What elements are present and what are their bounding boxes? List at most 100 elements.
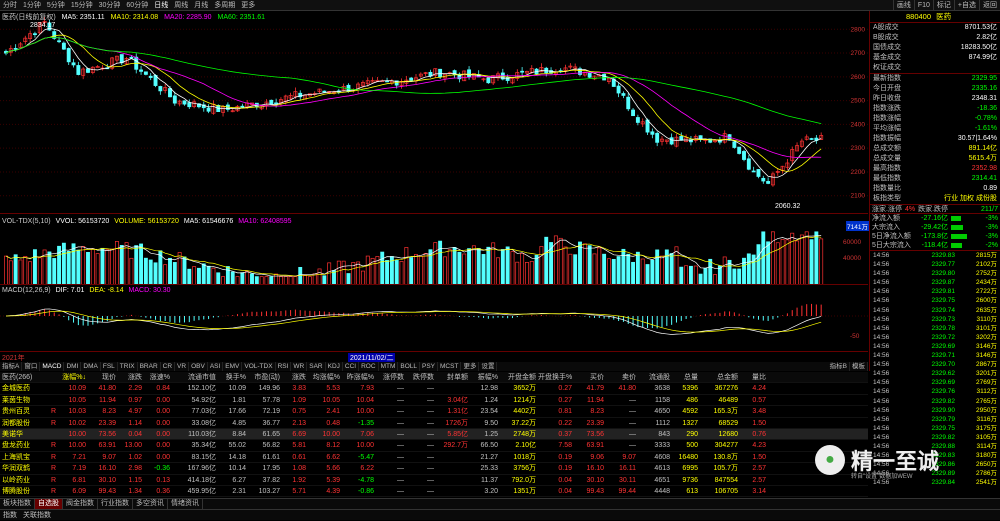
indicator-tab[interactable]: OBV xyxy=(189,362,208,371)
period-tab[interactable]: 月线 xyxy=(191,0,211,10)
indicator-tab[interactable]: 模板 xyxy=(850,362,868,371)
indicator-tab[interactable]: BRAR xyxy=(138,362,161,371)
macd-chart[interactable] xyxy=(0,286,868,352)
column-header[interactable]: 均涨幅% xyxy=(308,372,342,382)
column-header[interactable]: 涨速% xyxy=(144,372,172,382)
column-header[interactable]: 振幅% xyxy=(470,372,500,382)
indicator-tab[interactable]: 窗口 xyxy=(22,362,41,371)
indicator-tab[interactable]: ASI xyxy=(208,362,224,371)
toolbar-button[interactable]: 画线 xyxy=(892,0,914,10)
volume-bar xyxy=(621,248,626,284)
index-title: 医药 xyxy=(936,12,952,21)
bottom-tab[interactable]: 阀金指数 xyxy=(63,499,98,509)
column-header[interactable]: 现价 xyxy=(88,372,118,382)
indicator-tab[interactable]: RSI xyxy=(276,362,292,371)
column-header[interactable]: 量比 xyxy=(740,372,768,382)
indicator-tab[interactable]: TRIX xyxy=(118,362,138,371)
indicator-tab[interactable]: BOLL xyxy=(398,362,420,371)
period-tab[interactable]: 30分钟 xyxy=(96,0,124,10)
indicator-tab[interactable]: DMI xyxy=(64,362,82,371)
table-cell: 9.50 xyxy=(484,419,498,427)
table-cell: 2.41 xyxy=(326,408,340,416)
column-header[interactable]: 涨停数 xyxy=(376,372,406,382)
table-row[interactable]: 博腾股份 R 6.09 99.43 1.34 0.36 459.95亿 2.31 103.27 5… xyxy=(0,486,868,498)
table-cell: 2.10亿 xyxy=(515,442,536,450)
table-cell: — xyxy=(397,419,404,427)
indicator-tab[interactable]: FSL xyxy=(101,362,118,371)
table-row[interactable]: 美诺华 10.00 73.56 0.04 0.00 110.03亿 8.84 61.65 6.6… xyxy=(0,428,868,441)
period-tab[interactable]: 60分钟 xyxy=(123,0,151,10)
table-row[interactable]: 盘龙药业 R 10.00 63.91 13.00 0.00 35.34亿 55.02 56.82… xyxy=(0,440,868,452)
column-header[interactable]: 流通市值 xyxy=(172,372,218,382)
bottom-tab[interactable]: 行业指数 xyxy=(98,499,133,509)
indicator-tab[interactable]: DMA xyxy=(81,362,101,371)
indicator-tab[interactable]: SAR xyxy=(307,362,326,371)
period-tab[interactable]: 15分钟 xyxy=(68,0,96,10)
table-row[interactable]: 润都股份 R 10.02 23.39 1.14 0.00 33.08亿 4.85 36.77 2.… xyxy=(0,418,868,429)
indicator-tab[interactable]: 更多 xyxy=(461,362,480,371)
indicator-tab[interactable]: CCI xyxy=(343,362,360,371)
indicator-tab[interactable]: VOL-TDX xyxy=(242,362,276,371)
column-header[interactable]: 总量 xyxy=(672,372,700,382)
indicator-tab[interactable]: 指标A xyxy=(0,362,23,371)
bottom-tab[interactable]: 板块指数 xyxy=(0,499,35,509)
toolbar-button[interactable]: +自选 xyxy=(953,0,979,10)
indicator-tab[interactable]: PSY xyxy=(420,362,439,371)
period-tab[interactable]: 日线 xyxy=(151,0,171,10)
toolbar-button[interactable]: 标记 xyxy=(932,0,954,10)
column-header[interactable]: 昨涨幅% xyxy=(342,372,376,382)
column-header[interactable]: 卖价 xyxy=(606,372,638,382)
table-row[interactable]: 金城医药 10.09 41.80 2.29 0.84 152.10亿 10.09 149.96… xyxy=(0,383,868,395)
column-header[interactable]: 跌停数 xyxy=(406,372,436,382)
indicator-tab[interactable]: EMV xyxy=(223,362,243,371)
indicator-tab[interactable]: ROC xyxy=(359,362,379,371)
toolbar-button[interactable]: 返回 xyxy=(979,0,1000,10)
indicator-tab[interactable]: MACD xyxy=(40,362,65,371)
toolbar-button[interactable]: F10 xyxy=(913,0,933,10)
volume-bar xyxy=(510,251,515,284)
period-tab[interactable]: 多周期 xyxy=(211,0,238,10)
bottom-tab[interactable]: 情绪资讯 xyxy=(168,499,203,509)
column-header[interactable]: 流通股 xyxy=(638,372,672,382)
indicator-tab[interactable]: KDJ xyxy=(326,362,343,371)
period-tab[interactable]: 更多 xyxy=(238,0,258,10)
column-header[interactable]: 买价 xyxy=(574,372,606,382)
table-row[interactable]: 上海凯宝 R 7.21 9.07 1.02 0.00 83.15亿 14.18 61.61 0.6… xyxy=(0,452,868,464)
table-row[interactable]: 莱茵生物 10.05 11.94 0.97 0.00 54.92亿 1.81 57.78 1.0… xyxy=(0,395,868,407)
bottom-tab[interactable]: 自选股 xyxy=(35,499,63,509)
indicator-tab[interactable]: 指标B xyxy=(828,362,850,371)
kline-chart[interactable]: 2800 2700 2600 2500 2400 2300 2200 2100 xyxy=(0,11,868,214)
column-header[interactable]: 涨跌 xyxy=(118,372,144,382)
period-tab[interactable]: 1分钟 xyxy=(20,0,44,10)
volume-bar xyxy=(650,259,655,284)
table-cell: 3333 xyxy=(654,442,670,450)
column-header[interactable]: 开盘换手% xyxy=(538,372,574,382)
indicator-tab[interactable]: VR xyxy=(175,362,190,371)
table-row[interactable]: 贵州百灵 R 10.03 8.23 4.97 0.00 77.03亿 17.66 72.19 0.… xyxy=(0,406,868,418)
column-header[interactable]: 换手% xyxy=(218,372,248,382)
bottom-tab[interactable]: 多空资讯 xyxy=(133,499,168,509)
column-header[interactable]: 涨跌 xyxy=(282,372,308,382)
column-header[interactable]: 开盘金额 xyxy=(500,372,538,382)
indicator-tab[interactable]: MCST xyxy=(438,362,462,371)
column-header[interactable]: 市盈(动) xyxy=(248,372,282,382)
table-cell: 13.00 xyxy=(124,442,142,450)
indicator-tab[interactable]: MTM xyxy=(379,362,399,371)
column-header[interactable]: 涨幅%↓ xyxy=(58,372,88,382)
period-tab[interactable]: 分时 xyxy=(0,0,20,10)
indicator-tab[interactable]: CR xyxy=(161,362,176,371)
table-row[interactable]: 以岭药业 R 6.81 30.10 1.15 0.13 414.18亿 6.27 37.82 1.… xyxy=(0,475,868,486)
table-row[interactable]: 华润双鹤 R 7.19 16.10 2.98 -0.36 167.96亿 10.14 17.95… xyxy=(0,463,868,475)
volume-bar xyxy=(587,245,592,284)
volume-chart[interactable] xyxy=(0,215,868,285)
column-header[interactable]: 封单额 xyxy=(436,372,470,382)
period-tab[interactable]: 周线 xyxy=(171,0,191,10)
indicator-tab[interactable]: WR xyxy=(291,362,308,371)
column-header[interactable]: 总金额 xyxy=(700,372,740,382)
stat-label: 板指类型 xyxy=(873,195,901,202)
vol-name: VOL-TDX(5,10) xyxy=(2,218,51,225)
column-header[interactable] xyxy=(48,372,58,382)
period-tab[interactable]: 5分钟 xyxy=(44,0,68,10)
indicator-tab[interactable]: 设置 xyxy=(479,362,498,371)
column-header[interactable]: 医药(266) xyxy=(0,372,48,382)
